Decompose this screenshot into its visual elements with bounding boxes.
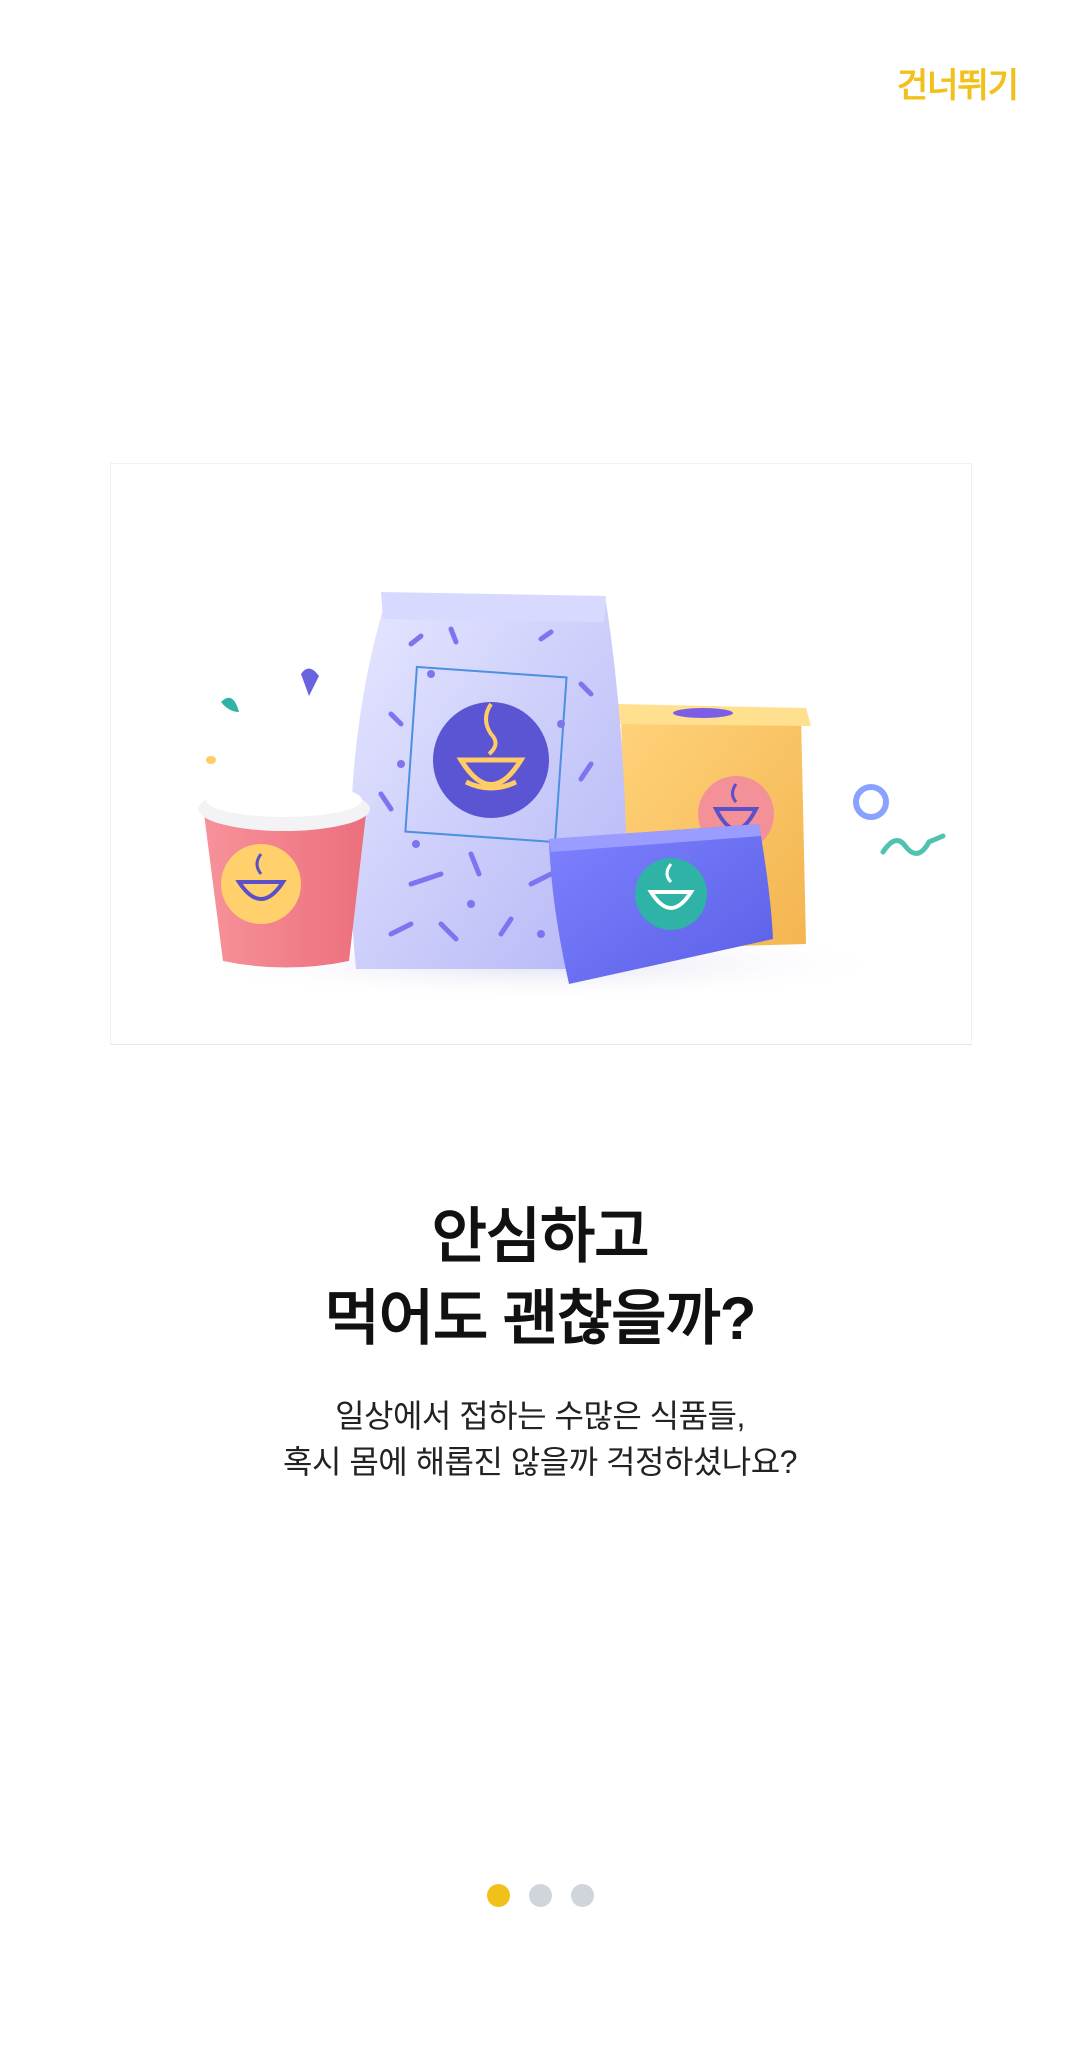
coffee-products-illustration	[181, 592, 946, 1002]
coffee-cup-icon	[198, 783, 370, 968]
page-dot-1[interactable]	[486, 1884, 510, 1907]
page-indicator	[0, 1884, 1080, 1907]
page-dot-3[interactable]	[570, 1884, 594, 1907]
onboarding-title: 안심하고 먹어도 괜찮을까?	[0, 1196, 1080, 1360]
description-line-2: 혹시 몸에 해롭진 않을까 걱정하셨나요?	[283, 1444, 797, 1480]
page-dot-2[interactable]	[528, 1884, 552, 1907]
hero-illustration	[110, 463, 972, 1045]
title-line-1: 안심하고	[431, 1203, 650, 1270]
title-line-2: 먹어도 괜찮을까?	[324, 1285, 757, 1352]
skip-button[interactable]: 건너뛰기	[897, 58, 1019, 107]
description-line-1: 일상에서 접하는 수많은 식품들,	[335, 1398, 745, 1434]
onboarding-description: 일상에서 접하는 수많은 식품들, 혹시 몸에 해롭진 않을까 걱정하셨나요?	[0, 1393, 1080, 1485]
